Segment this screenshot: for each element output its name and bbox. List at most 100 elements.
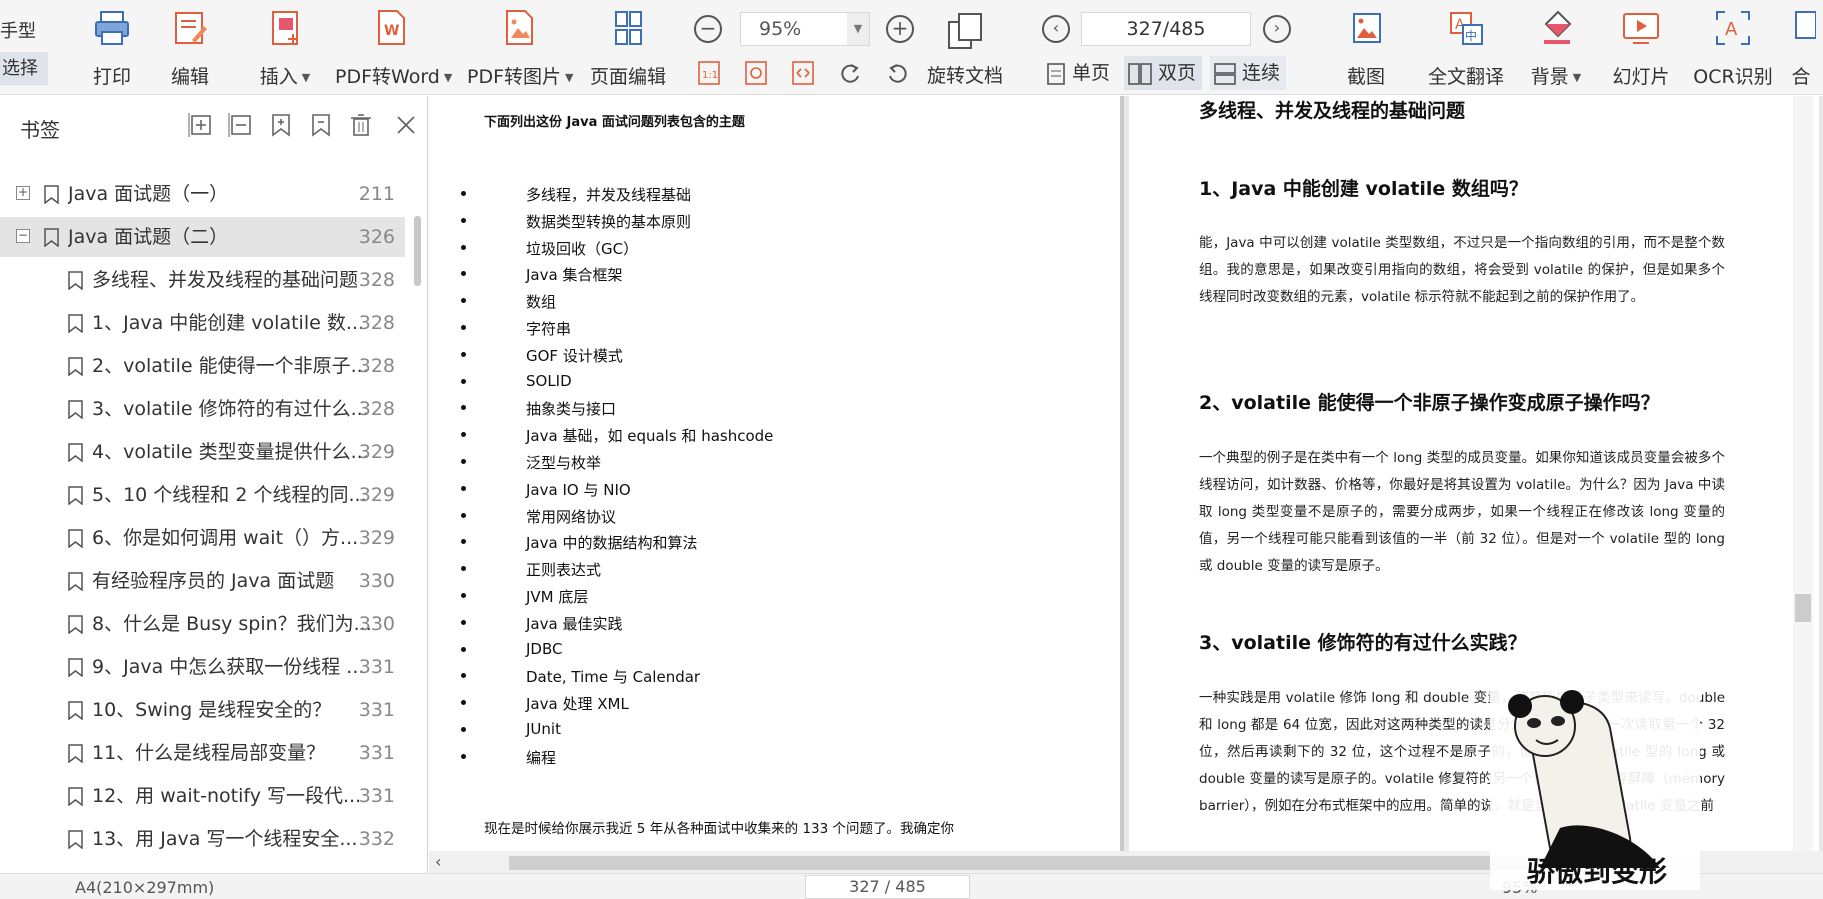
select-tool-button[interactable]: 选择 (0, 52, 48, 85)
ocr-button[interactable]: A OCR识别 (1686, 8, 1780, 89)
single-page-label: 单页 (1072, 62, 1111, 84)
main-toolbar: 手型 选择 打印 编辑 插入 ▼ W PDF转Word ▼ PDF转图片 ▼ 页… (0, 0, 1823, 95)
status-page-input[interactable]: 327 / 485 (805, 875, 970, 899)
screenshot-button[interactable]: 截图 (1340, 8, 1392, 89)
full-translate-button[interactable]: A 中 全文翻译 (1415, 8, 1517, 89)
topic-label: Java 集合框架 (526, 266, 623, 285)
bookmark-item[interactable]: 9、Java 中怎么获取一份线程 ... 331 (0, 647, 405, 687)
pdf-to-image-caret-icon[interactable]: ▼ (565, 71, 573, 84)
insert-caret-icon[interactable]: ▼ (302, 71, 310, 84)
bookmark-label: 10、Swing 是线程安全的？ (92, 699, 332, 721)
bookmark-group[interactable]: + Java 面试题（一） 211 (0, 174, 405, 214)
bookmark-label: 13、用 Java 写一个线程安全... (92, 828, 358, 850)
remove-bookmark-icon[interactable] (308, 112, 334, 138)
pdf-to-word-button[interactable]: W PDF转Word ▼ (335, 8, 452, 89)
bookmark-item[interactable]: 2、volatile 能使得一个非原子... 328 (0, 346, 405, 386)
zoom-out-icon[interactable]: − (694, 15, 722, 43)
expand-all-icon[interactable] (188, 112, 214, 138)
zoom-in-icon[interactable]: + (886, 15, 914, 43)
vertical-scroll-thumb[interactable] (1795, 594, 1811, 622)
edit-button[interactable]: 编辑 (166, 8, 214, 89)
page-edit-button[interactable]: 页面编辑 (590, 8, 666, 89)
bookmark-item[interactable]: 1、Java 中能创建 volatile 数... 328 (0, 303, 405, 343)
insert-label: 插入 (259, 66, 298, 88)
next-page-icon[interactable]: › (1263, 15, 1291, 43)
bookmark-page-number: 328 (358, 269, 395, 291)
bookmark-item[interactable]: 5、10 个线程和 2 个线程的同... 329 (0, 475, 405, 515)
topic-label: JVM 底层 (526, 587, 589, 606)
rotate-doc-icon[interactable] (945, 12, 985, 50)
trash-icon[interactable] (348, 112, 374, 138)
prev-page-icon[interactable]: ‹ (1042, 15, 1070, 43)
topic-label: SOLID (526, 371, 572, 390)
bullet-icon (461, 432, 466, 438)
merge-button[interactable]: 合 (1786, 8, 1816, 89)
bookmark-item[interactable]: 3、volatile 修饰符的有过什么... 328 (0, 389, 405, 429)
bookmark-item[interactable]: 13、用 Java 写一个线程安全... 332 (0, 819, 405, 859)
bookmark-label: 2、volatile 能使得一个非原子... (92, 355, 369, 377)
horizontal-scroll-thumb[interactable] (509, 856, 1529, 870)
double-page-view-button[interactable]: 双页 (1124, 56, 1203, 90)
bookmark-icon (68, 744, 83, 763)
hand-tool-label[interactable]: 手型 (0, 17, 36, 43)
actual-size-icon[interactable]: 1:1 (697, 60, 721, 86)
rotate-doc-label[interactable]: 旋转文档 (927, 61, 1003, 88)
zoom-dropdown-icon[interactable]: ▼ (847, 13, 869, 45)
fit-width-icon[interactable] (791, 60, 815, 86)
scroll-left-icon[interactable]: ‹ (435, 851, 441, 873)
bookmark-item[interactable]: 4、volatile 类型变量提供什么... 329 (0, 432, 405, 472)
bookmark-group[interactable]: − Java 面试题（二） 326 (0, 217, 405, 257)
slideshow-button[interactable]: 幻灯片 (1610, 8, 1672, 89)
print-label: 打印 (92, 66, 131, 88)
bookmark-item[interactable]: 11、什么是线程局部变量？ 331 (0, 733, 405, 773)
background-button[interactable]: 背景 ▼ (1520, 8, 1592, 89)
zoom-select[interactable]: 95% ▼ (740, 12, 870, 46)
bookmark-page-number: 329 (358, 441, 395, 463)
bookmark-panel-title: 书签 (20, 118, 60, 142)
bookmark-label: 多线程、并发及线程的基础问题 (92, 269, 359, 291)
single-page-view-button[interactable]: 单页 (1042, 56, 1116, 90)
bookmark-icon (68, 529, 83, 548)
pdf-to-image-button[interactable]: PDF转图片 ▼ (467, 8, 574, 89)
vertical-scrollbar[interactable] (1793, 96, 1813, 851)
printer-icon (95, 11, 129, 45)
bookmark-item[interactable]: 12、用 wait-notify 写一段代... 331 (0, 776, 405, 816)
bookmark-scrollbar[interactable] (414, 216, 421, 286)
add-bookmark-icon[interactable] (268, 112, 294, 138)
bookmark-item[interactable]: 有经验程序员的 Java 面试题 330 (0, 561, 405, 601)
bookmark-label: 9、Java 中怎么获取一份线程 ... (92, 656, 365, 678)
rotate-left-icon[interactable] (838, 60, 862, 86)
bookmark-icon (68, 400, 83, 419)
bookmark-page-number: 331 (358, 699, 395, 721)
bullet-icon (461, 619, 466, 625)
bookmark-label: 有经验程序员的 Java 面试题 (92, 570, 335, 592)
bullet-icon (461, 592, 466, 598)
bookmark-item[interactable]: 8、什么是 Busy spin？我们为... 330 (0, 604, 405, 644)
bookmark-item[interactable]: 6、你是如何调用 wait（）方... 329 (0, 518, 405, 558)
bookmark-label: 4、volatile 类型变量提供什么... (92, 441, 369, 463)
background-caret-icon[interactable]: ▼ (1573, 71, 1581, 84)
rotate-right-icon[interactable] (886, 60, 910, 86)
close-icon[interactable] (393, 112, 419, 138)
page-grid-icon (615, 11, 642, 45)
expand-icon[interactable]: + (16, 186, 30, 200)
bookmark-page-number: 329 (358, 527, 395, 549)
collapse-icon[interactable]: − (16, 229, 30, 243)
double-page-label: 双页 (1158, 62, 1197, 84)
pdf-to-word-caret-icon[interactable]: ▼ (444, 71, 452, 84)
bookmark-item[interactable]: 多线程、并发及线程的基础问题 328 (0, 260, 405, 300)
topic-label: 抽象类与接口 (526, 400, 617, 419)
page-number-input[interactable]: 327/485 (1081, 12, 1251, 46)
continuous-view-button[interactable]: 连续 (1210, 56, 1287, 90)
print-button[interactable]: 打印 (88, 8, 136, 89)
bookmark-page-number: 332 (358, 828, 395, 850)
bullet-icon (461, 244, 466, 250)
topic-label: 多线程，并发及线程基础 (526, 186, 692, 204)
bullet-icon (461, 726, 466, 732)
bookmark-item[interactable]: 10、Swing 是线程安全的？ 331 (0, 690, 405, 730)
topic-label: 字符串 (526, 319, 572, 338)
collapse-all-icon[interactable] (228, 112, 254, 138)
bullet-icon (461, 324, 466, 330)
insert-button[interactable]: 插入 ▼ (250, 8, 320, 89)
fit-page-icon[interactable] (744, 60, 768, 86)
